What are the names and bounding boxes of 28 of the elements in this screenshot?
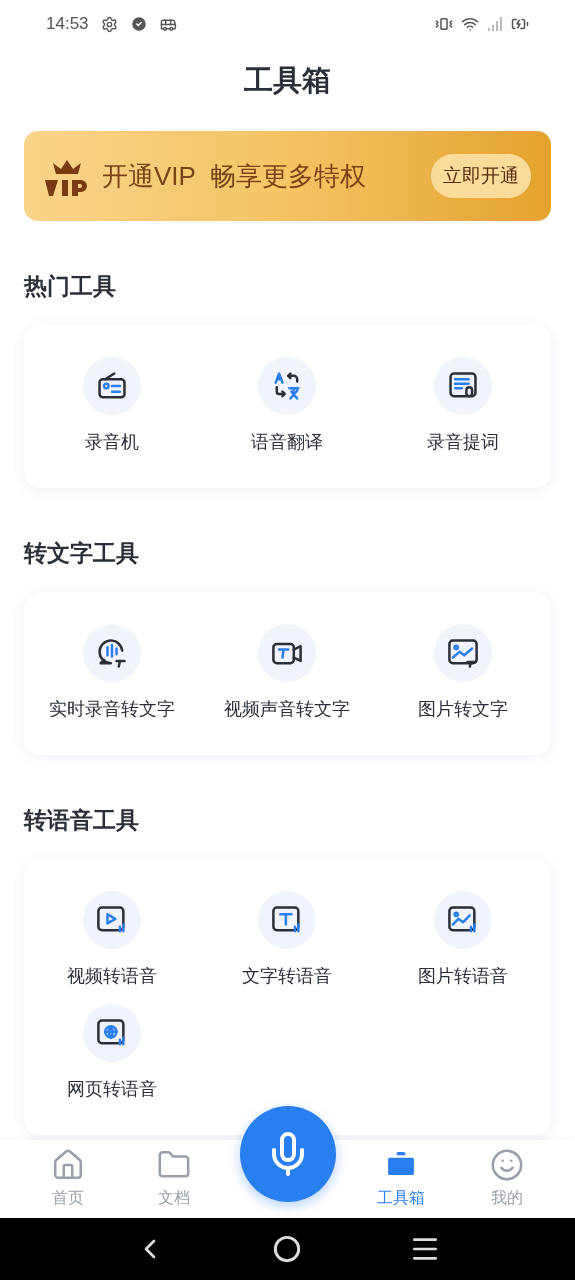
image-icon	[446, 636, 481, 670]
tool-item[interactable]: 图片转文字	[375, 624, 551, 723]
tool-item[interactable]: 录音机	[24, 357, 200, 456]
vibrate-icon	[435, 15, 453, 33]
signal-icon	[487, 16, 503, 32]
tool-item[interactable]: 录音提词	[375, 357, 551, 456]
tool-item[interactable]: 视频声音转文字	[199, 624, 376, 723]
check-circle-icon	[129, 15, 148, 33]
tool-item[interactable]: 图片转语音	[375, 891, 551, 990]
activate-button[interactable]: 立即开通	[431, 154, 531, 198]
record-button[interactable]	[240, 1106, 336, 1202]
tool-item[interactable]: 语音翻译	[199, 357, 376, 456]
section-heading: 转语音工具	[24, 805, 140, 835]
tool-item[interactable]: 实时录音转文字	[24, 624, 200, 723]
settings-icon	[100, 15, 118, 33]
tool-item[interactable]: 文字转语音	[199, 891, 376, 990]
tool-item[interactable]: 视频转语音	[24, 891, 200, 990]
vip-banner[interactable]: 开通VIP 畅享更多特权 立即开通	[24, 131, 551, 221]
vip-promo-text: 开通VIP 畅享更多特权	[102, 159, 367, 193]
section-heading: 热门工具	[24, 271, 117, 301]
page-title: 工具箱	[244, 63, 331, 99]
section-heading: 转文字工具	[24, 538, 140, 568]
smile-icon	[490, 1148, 525, 1182]
tab-bar-item[interactable]: 工具箱	[361, 1148, 442, 1210]
home-button-icon[interactable]	[273, 1235, 302, 1263]
status-time: 14:53	[46, 13, 89, 36]
wifi-icon	[461, 15, 479, 33]
tool-item[interactable]: 网页转语音	[24, 1004, 200, 1103]
